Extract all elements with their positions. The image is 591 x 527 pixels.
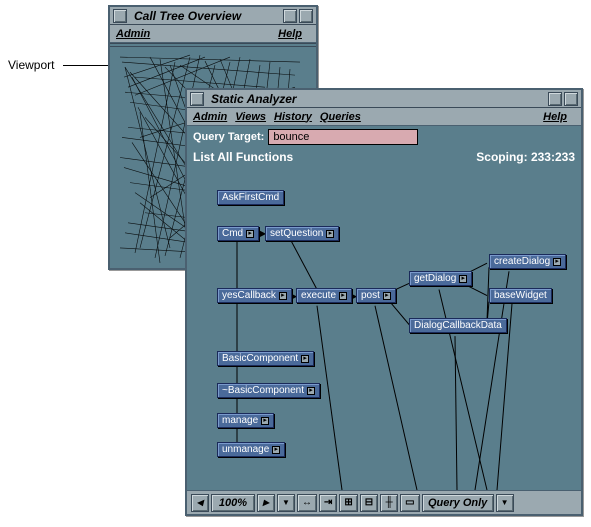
expand-icon[interactable]: ▸ [459,275,467,283]
expand-icon[interactable]: ▸ [272,446,280,454]
node-setquestion[interactable]: setQuestion▸ [265,226,339,241]
window-menu-icon[interactable] [113,9,127,23]
expand-icon[interactable]: ▸ [553,258,561,266]
tool-button-6[interactable]: ▭ [400,494,419,512]
expand-icon[interactable]: ▸ [339,292,347,300]
menu-views[interactable]: Views [235,111,266,123]
tool-glyph-icon: ▭ [405,498,414,508]
menu-help[interactable]: Help [278,28,302,40]
scoping-label: Scoping: 233:233 [476,150,575,164]
node-cmd[interactable]: Cmd▸ [217,226,259,241]
titlebar[interactable]: Static Analyzer [187,90,581,108]
window-title: Call Tree Overview [128,9,282,23]
zoom-dropdown-button[interactable] [277,494,295,512]
tool-button-4[interactable]: ⊟ [360,494,378,512]
tool-glyph-icon: ⊟ [365,498,373,508]
query-target-input[interactable] [268,129,418,145]
titlebar[interactable]: Call Tree Overview [110,7,316,25]
tool-glyph-icon: ⇥ [324,498,332,508]
expand-icon[interactable]: ▸ [383,292,391,300]
expand-icon[interactable]: ▸ [246,230,254,238]
node-execute[interactable]: execute▸ [296,288,352,303]
expand-icon[interactable]: ▸ [326,230,334,238]
list-all-functions-label: List All Functions [193,150,293,164]
expand-icon[interactable]: ▸ [301,355,309,363]
tool-glyph-icon: ⊞ [344,498,352,508]
analyzer-window: Static Analyzer Admin Views History Quer… [185,88,583,516]
tool-button-2[interactable]: ⇥ [319,494,337,512]
expand-icon[interactable]: ▸ [261,417,269,425]
menubar: Admin Views History Queries Help [187,108,581,126]
zoom-level-button[interactable]: 100% [211,494,255,512]
info-row: List All Functions Scoping: 233:233 [187,148,581,166]
node-basiccomponent[interactable]: BasicComponent▸ [217,351,314,366]
node-dialogcallbackdata[interactable]: DialogCallbackData [409,318,507,333]
query-only-button[interactable]: Query Only [422,494,494,512]
node-post[interactable]: post▸ [356,288,396,303]
node-basewidget[interactable]: baseWidget [489,288,552,303]
window-menu-icon[interactable] [190,92,204,106]
maximize-icon[interactable] [564,92,578,106]
graph-canvas[interactable]: AskFirstCmd Cmd▸ setQuestion▸ yesCallbac… [187,166,581,490]
expand-icon[interactable]: ▸ [307,387,315,395]
tool-button-5[interactable]: ╫ [380,494,398,512]
node-unmanage[interactable]: unmanage▸ [217,442,285,457]
minimize-icon[interactable] [548,92,562,106]
tool-button-3[interactable]: ⊞ [339,494,357,512]
menu-history[interactable]: History [274,111,312,123]
menu-admin[interactable]: Admin [193,111,227,123]
window-title: Static Analyzer [205,92,547,106]
tool-glyph-icon: ↔ [302,498,312,508]
node-manage[interactable]: manage▸ [217,413,274,428]
tool-button-1[interactable]: ↔ [297,494,317,512]
node-createdialog[interactable]: createDialog▸ [489,254,566,269]
query-row: Query Target: [187,126,581,148]
menu-queries[interactable]: Queries [320,111,361,123]
viewport-label: Viewport [8,58,54,72]
query-only-dropdown-button[interactable] [496,494,514,512]
node-tbasiccomponent[interactable]: ~BasicComponent▸ [217,383,320,398]
maximize-icon[interactable] [299,9,313,23]
menu-admin[interactable]: Admin [116,28,150,40]
minimize-icon[interactable] [283,9,297,23]
nav-next-button[interactable] [257,494,275,512]
query-target-label: Query Target: [193,131,264,143]
expand-icon[interactable]: ▸ [279,292,287,300]
nav-prev-button[interactable] [191,494,209,512]
menubar: Admin Help [110,25,316,43]
node-getdialog[interactable]: getDialog▸ [409,271,472,286]
menu-help[interactable]: Help [543,111,567,123]
node-yescallback[interactable]: yesCallback▸ [217,288,292,303]
tool-glyph-icon: ╫ [386,498,393,508]
node-askfirstcmd[interactable]: AskFirstCmd [217,190,284,205]
bottom-toolbar: 100% ↔ ⇥ ⊞ ⊟ ╫ ▭ Query Only [187,490,581,514]
